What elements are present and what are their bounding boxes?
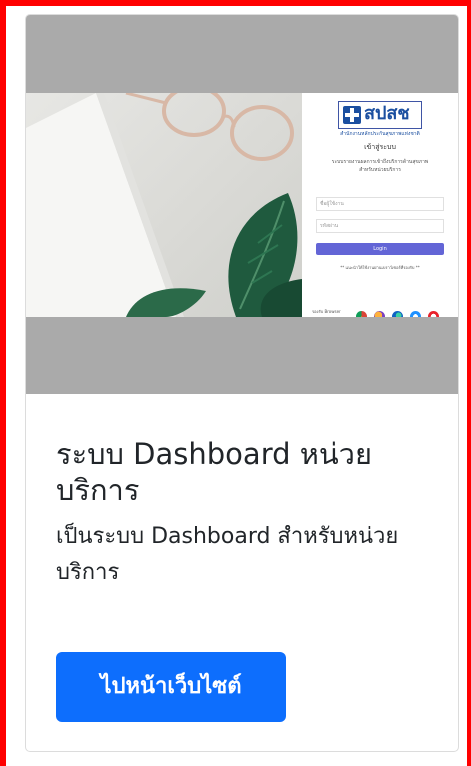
login-description-line-1: ระบบรายงานผลการเข้าถึงบริการด้านสุขภาพ [331,159,429,165]
supported-browsers [356,306,441,317]
website-preview-screenshot: สปสช สำนักงานหลักประกันสุขภาพแห่งชาติ เข… [26,93,458,317]
service-card: สปสช สำนักงานหลักประกันสุขภาพแห่งชาติ เข… [25,14,459,752]
logo-subtitle: สำนักงานหลักประกันสุขภาพแห่งชาติ [340,131,420,137]
card-image: สปสช สำนักงานหลักประกันสุขภาพแห่งชาติ เข… [26,15,458,394]
go-to-website-button[interactable]: ไปหน้าเว็บไซต์ [56,652,286,722]
card-description: เป็นระบบ Dashboard สำหรับหน่วยบริการ [56,524,399,585]
chrome-icon [356,311,367,317]
login-button[interactable]: Login [316,243,444,255]
nhso-logo: สปสช [338,101,422,129]
desk-photo [26,93,302,317]
edge-icon [392,311,404,317]
login-heading: เข้าสู่ระบบ [364,143,396,151]
password-field[interactable]: รหัสผ่าน [316,219,444,233]
browsers-label: รองรับ Browser [312,309,341,314]
login-panel-preview: สปสช สำนักงานหลักประกันสุขภาพแห่งชาติ เข… [302,93,458,317]
opera-icon [428,311,440,317]
medical-cross-icon [343,106,361,124]
firefox-icon [374,311,386,317]
safari-icon [410,311,422,317]
card-body: ระบบ Dashboard หน่วยบริการ เป็นระบบ Dash… [26,394,458,751]
desk-photo-art [26,93,302,317]
login-description-line-2: สำหรับหน่วยบริการ [359,167,401,173]
logo-text: สปสช [364,103,410,124]
browser-notice: ** แนะนำให้ใช้งานผ่านเบราว์เซอร์ที่รองรั… [340,265,420,270]
card-title: ระบบ Dashboard หน่วยบริการ [56,437,372,507]
username-field[interactable]: ชื่อผู้ใช้งาน [316,197,444,211]
